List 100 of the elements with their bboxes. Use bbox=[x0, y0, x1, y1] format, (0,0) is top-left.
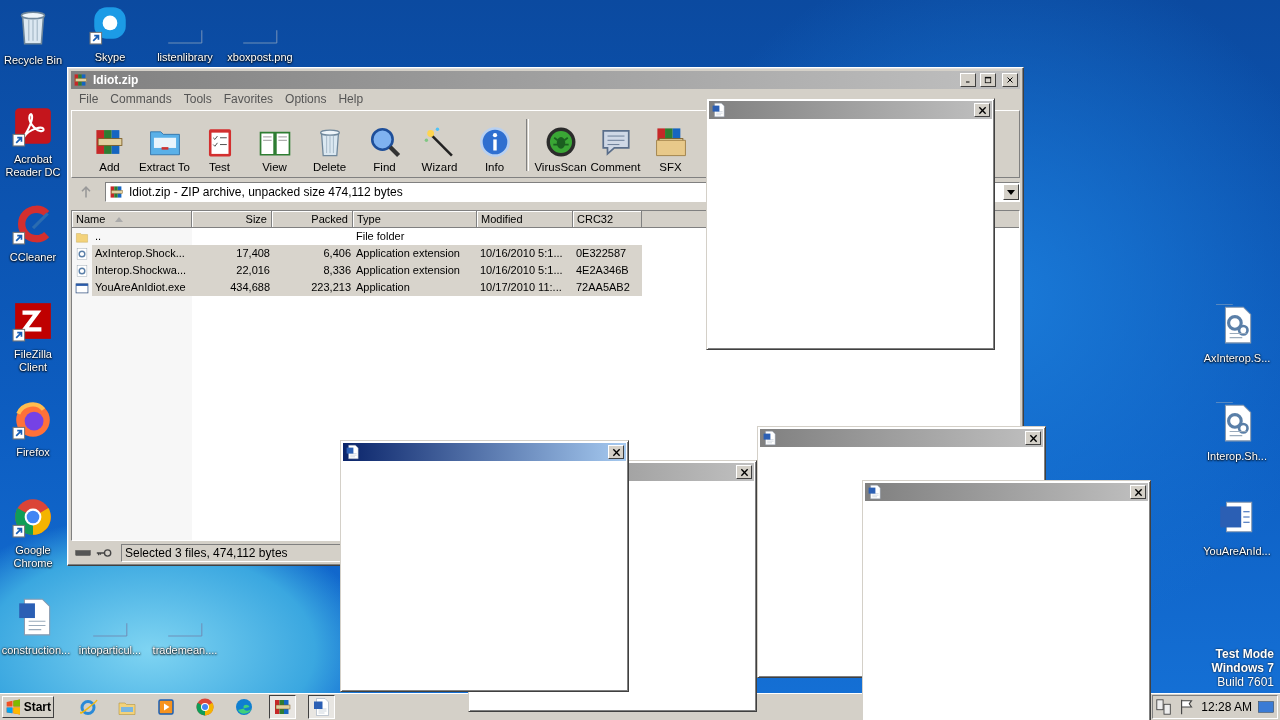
table-cell: 434,688 bbox=[230, 281, 270, 293]
toolbar-button[interactable]: Info bbox=[467, 125, 522, 173]
network-icon[interactable] bbox=[1155, 698, 1174, 716]
icon-label[interactable]: Acrobat Reader DC bbox=[1, 153, 65, 179]
start-button[interactable]: Start bbox=[2, 696, 54, 718]
icon-label[interactable]: CCleaner bbox=[9, 251, 57, 264]
box-icon bbox=[653, 125, 688, 159]
column-header[interactable]: Size bbox=[192, 211, 272, 227]
icon-label[interactable]: Google Chrome bbox=[1, 544, 65, 570]
table-cell: YouAreAnIdiot.exe bbox=[95, 281, 186, 293]
caret-icon bbox=[1007, 189, 1015, 195]
archive-app-icon bbox=[272, 697, 293, 717]
table-cell: 4E2A346B bbox=[576, 264, 629, 276]
column-header[interactable]: Modified bbox=[477, 211, 573, 227]
file-row[interactable]: Interop.Shockwa... 22,016 8,336 Application extension 10/16/2010 5:1... 4E2A346B bbox=[92, 262, 642, 279]
table-cell: Application extension bbox=[356, 247, 460, 259]
toolbar-button[interactable]: SFX bbox=[643, 125, 698, 173]
table-cell: AxInterop.Shock... bbox=[95, 247, 185, 259]
media-player-icon bbox=[155, 697, 176, 717]
close-button[interactable] bbox=[736, 465, 752, 479]
toolbar-button[interactable]: Comment bbox=[588, 125, 643, 173]
table-cell: 8,336 bbox=[323, 264, 351, 276]
close-button[interactable] bbox=[1130, 485, 1146, 499]
menu-item[interactable]: Help bbox=[332, 91, 370, 106]
table-cell: 6,406 bbox=[323, 247, 351, 259]
close-icon bbox=[611, 447, 621, 457]
toolbar-button[interactable]: Delete bbox=[302, 125, 357, 173]
notice-text: Build 7601 bbox=[1217, 675, 1274, 689]
table-cell: 10/16/2010 5:1... bbox=[480, 247, 563, 259]
menu-item[interactable]: Favorites bbox=[217, 91, 280, 106]
maximize-icon bbox=[983, 75, 993, 85]
close-button[interactable] bbox=[974, 103, 990, 117]
browser-icon bbox=[233, 697, 254, 717]
close-button[interactable] bbox=[1025, 431, 1041, 445]
icon-label[interactable]: xboxpost.png bbox=[227, 51, 293, 64]
table-cell: 223,213 bbox=[311, 281, 351, 293]
toolbar-button[interactable]: VirusScan bbox=[533, 125, 588, 173]
ftp-app-icon[interactable] bbox=[12, 300, 54, 342]
browser-icon[interactable] bbox=[12, 496, 54, 538]
table-cell: Application extension bbox=[356, 264, 460, 276]
toolbar-button[interactable]: Extract To bbox=[137, 125, 192, 173]
icon-label[interactable]: AxInterop.S... bbox=[1203, 352, 1271, 365]
info-icon bbox=[477, 125, 512, 159]
menu-item[interactable]: File bbox=[73, 91, 105, 106]
archive-app-icon bbox=[73, 72, 89, 88]
table-cell: 17,408 bbox=[236, 247, 270, 259]
close-icon bbox=[1005, 75, 1015, 85]
windows-logo-icon bbox=[5, 698, 22, 716]
toolbar-button[interactable]: Add bbox=[82, 125, 137, 173]
toolbar-button[interactable]: Test bbox=[192, 125, 247, 173]
table-cell: 22,016 bbox=[236, 264, 270, 276]
menu-item[interactable]: Commands bbox=[104, 91, 178, 106]
table-cell: 0E322587 bbox=[576, 247, 627, 259]
column-header[interactable]: CRC32 bbox=[573, 211, 642, 227]
icon-label[interactable]: Firefox bbox=[16, 446, 50, 459]
dropdown-button[interactable] bbox=[1003, 184, 1019, 200]
toolbar-button[interactable]: Find bbox=[357, 125, 412, 173]
file-row[interactable]: .. File folder bbox=[92, 228, 642, 245]
close-icon bbox=[1133, 487, 1143, 497]
browser-icon bbox=[194, 697, 215, 717]
table-cell: 10/16/2010 5:1... bbox=[480, 264, 563, 276]
close-icon bbox=[977, 105, 987, 115]
close-icon bbox=[739, 467, 749, 477]
icon-label[interactable]: Interop.Sh... bbox=[1207, 450, 1267, 463]
toolbar-button[interactable]: View bbox=[247, 125, 302, 173]
table-cell: File folder bbox=[356, 230, 405, 242]
pdf-app-icon[interactable] bbox=[12, 105, 54, 147]
notice-text: Test Mode bbox=[1215, 647, 1274, 661]
maximize-button[interactable] bbox=[980, 73, 996, 87]
show-desktop-icon[interactable] bbox=[1257, 698, 1275, 716]
table-cell: Interop.Shockwa... bbox=[95, 264, 187, 276]
file-row[interactable]: YouAreAnIdiot.exe 434,688 223,213 Application 10/17/2010 11:... 72AA5AB2 bbox=[92, 279, 642, 296]
close-button[interactable] bbox=[608, 445, 624, 459]
window-title: Idiot.zip bbox=[93, 73, 140, 87]
icon-label[interactable]: Skype bbox=[94, 51, 126, 64]
document-icon bbox=[311, 697, 332, 717]
gear-file-icon bbox=[75, 263, 89, 278]
table-cell: 10/17/2010 11:... bbox=[480, 281, 562, 293]
icon-label[interactable]: listenlibrary bbox=[157, 51, 213, 64]
column-header[interactable]: Type bbox=[353, 211, 477, 227]
column-header[interactable]: Name bbox=[72, 211, 192, 227]
table-cell: 72AA5AB2 bbox=[576, 281, 630, 293]
program-icon bbox=[75, 280, 89, 295]
menu-item[interactable]: Tools bbox=[177, 91, 218, 106]
close-button[interactable] bbox=[1002, 73, 1018, 87]
icon-label[interactable]: Recycle Bin bbox=[3, 54, 63, 67]
file-row[interactable]: AxInterop.Shock... 17,408 6,406 Application extension 10/16/2010 5:1... 0E322587 bbox=[92, 245, 642, 262]
column-header[interactable]: Packed bbox=[272, 211, 353, 227]
icon-label[interactable]: YouAreAnId... bbox=[1203, 545, 1271, 558]
toolbar-button[interactable]: Wizard bbox=[412, 125, 467, 173]
minimize-button[interactable] bbox=[960, 73, 976, 87]
table-cell: .. bbox=[95, 230, 102, 242]
icon-label[interactable]: FileZilla Client bbox=[1, 348, 65, 374]
table-cell: Application bbox=[356, 281, 410, 293]
sort-arrow-icon bbox=[115, 216, 124, 222]
status-text: Selected 3 files, 474,112 bytes bbox=[125, 546, 288, 560]
close-icon bbox=[1028, 433, 1038, 443]
taskbar-button[interactable] bbox=[308, 695, 335, 719]
taskbar-button[interactable] bbox=[269, 695, 296, 719]
menu-item[interactable]: Options bbox=[279, 91, 333, 106]
